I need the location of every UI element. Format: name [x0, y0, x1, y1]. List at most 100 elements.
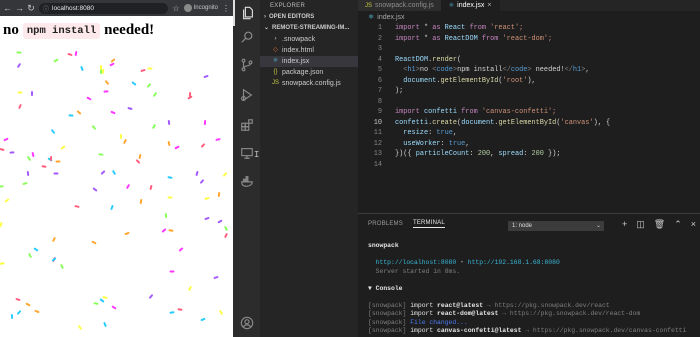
confetti-piece [203, 74, 209, 79]
info-icon[interactable]: ⓘ [43, 4, 49, 13]
editor-tab-label: snowpack.config.js [375, 2, 434, 9]
line-number: 9 [377, 108, 382, 116]
chevron-down-icon: ⌄ [264, 25, 270, 31]
code-line[interactable]: 2 import * as ReactDOM from 'react-dom'; [358, 34, 700, 45]
confetti-piece [0, 221, 3, 228]
line-number: 4 [377, 55, 382, 64]
confetti-piece [199, 178, 205, 185]
code-line[interactable]: 10 confetti.create(document.getElementByI… [358, 118, 700, 129]
line-number: 13 [373, 150, 382, 158]
code-line[interactable]: 1 import * as React from 'react'; [358, 23, 700, 34]
docker-icon[interactable] [233, 168, 260, 194]
close-icon[interactable]: × [691, 219, 696, 229]
confetti-piece [147, 67, 153, 70]
jsx-file-icon: ⚛ [448, 3, 455, 9]
file-item[interactable]: ◇ index.html [260, 45, 358, 56]
close-icon[interactable]: × [487, 2, 491, 9]
confetti-piece [26, 155, 32, 162]
confetti-piece [124, 231, 130, 236]
source-control-icon[interactable] [233, 52, 260, 78]
activity-bar [233, 0, 260, 337]
code-line[interactable]: 4 ReactDOM.render( [358, 55, 700, 66]
terminal-line: ▼ Console [368, 284, 403, 292]
confetti-piece [223, 225, 229, 232]
confetti-piece [51, 236, 57, 243]
code-text: useWorker: true, [395, 139, 470, 148]
confetti-piece [31, 91, 33, 96]
confetti-piece [164, 212, 168, 219]
split-terminal-icon[interactable]: ◫ [636, 219, 645, 229]
open-editors-section[interactable]: › OPEN EDITORS [260, 12, 358, 23]
confetti-piece [138, 153, 142, 160]
confetti-piece [0, 262, 5, 265]
confetti-piece [92, 187, 98, 192]
file-item[interactable]: › .snowpack [260, 34, 358, 45]
incognito-label: Incognito [193, 5, 218, 11]
line-number: 2 [377, 34, 382, 43]
run-debug-icon[interactable] [233, 82, 260, 108]
code-line[interactable]: 13})({ particleCount: 200, spread: 200 }… [358, 149, 700, 160]
text-cursor-icon: I [254, 150, 260, 160]
code-text: ReactDOM.render( [395, 55, 462, 64]
back-icon[interactable]: ← [3, 0, 12, 16]
file-item[interactable]: {} package.json [260, 67, 358, 78]
search-icon[interactable] [233, 24, 260, 50]
confetti-piece [67, 52, 73, 57]
browser-toolbar: ← → ↻ ⓘ localhost:8080 ☆ Incognito ⋮ [0, 0, 233, 16]
panel-tab-problems[interactable]: PROBLEMS [368, 221, 403, 227]
confetti-piece [161, 228, 167, 233]
code-line[interactable]: 5 <h1>no <code>npm install</code> needed… [358, 65, 700, 76]
code-editor[interactable]: 1 import * as React from 'react'; 2 import … [358, 23, 700, 206]
confetti-piece [111, 305, 117, 310]
code-line[interactable]: 14 [358, 160, 700, 171]
confetti-piece [148, 293, 154, 300]
code-line[interactable]: 11 resize: true, [358, 128, 700, 139]
code-line[interactable]: 8 [358, 97, 700, 108]
chevron-up-icon[interactable]: ⌃ [674, 219, 682, 229]
file-label: .snowpack [282, 36, 316, 43]
account-icon[interactable] [233, 310, 260, 336]
terminal-line: [snowpack] import react-dom@latest → htt… [368, 310, 641, 317]
confetti-piece [9, 151, 15, 154]
breadcrumb[interactable]: ⚛ index.jsx [358, 12, 700, 23]
confetti-piece [151, 123, 157, 130]
code-line[interactable]: 3 [358, 44, 700, 55]
reload-icon[interactable]: ↻ [27, 0, 35, 16]
terminal-select[interactable]: 1: node ⌄ [508, 221, 604, 231]
confetti-piece [41, 165, 47, 168]
code-line[interactable]: 6 document.getElementById('root'), [358, 76, 700, 87]
incognito-indicator[interactable]: Incognito [183, 4, 218, 12]
confetti-piece [122, 138, 128, 145]
confetti-piece [53, 172, 59, 175]
bookmark-star-icon[interactable]: ☆ [172, 4, 179, 13]
code-line[interactable]: 7); [358, 86, 700, 97]
terminal-output[interactable]: snowpack http://localhost:8080 • http://… [368, 242, 698, 336]
chevron-down-icon: ⌄ [595, 223, 601, 229]
code-text: import * as React from 'react'; [395, 24, 524, 32]
confetti-piece [140, 68, 146, 73]
editor-tab[interactable]: ⚛ index.jsx × [441, 0, 500, 11]
confetti-piece [22, 181, 28, 186]
extensions-icon[interactable] [233, 112, 260, 138]
breadcrumb-file: index.jsx [377, 14, 405, 21]
trash-icon[interactable]: 🗑 [654, 219, 665, 229]
project-folder-section[interactable]: ⌄ REMOTE-STREAMING-IM... [260, 23, 358, 34]
browser-menu-icon[interactable]: ⋮ [222, 4, 230, 13]
confetti-piece [0, 185, 4, 188]
forward-icon[interactable]: → [15, 0, 24, 16]
address-bar[interactable]: ⓘ localhost:8080 [39, 2, 169, 14]
panel-tab-terminal[interactable]: TERMINAL [412, 220, 445, 228]
file-item[interactable]: JS snowpack.config.js [260, 78, 358, 89]
explorer-icon[interactable] [233, 0, 260, 26]
confetti-piece [33, 247, 39, 252]
file-item[interactable]: ⚛ index.jsx [260, 56, 358, 67]
open-editors-label: OPEN EDITORS [269, 14, 315, 20]
confetti-piece [119, 133, 123, 140]
code-line[interactable]: 12 useWorker: true, [358, 139, 700, 150]
confetti-piece [50, 128, 56, 135]
code-line[interactable]: 9 import confetti from 'canvas-confetti'; [358, 107, 700, 118]
confetti-piece [74, 205, 80, 208]
plus-icon[interactable]: + [622, 219, 627, 229]
browser-window: ← → ↻ ⓘ localhost:8080 ☆ Incognito ⋮ no … [0, 0, 233, 337]
editor-tab[interactable]: JS snowpack.config.js [358, 0, 442, 11]
